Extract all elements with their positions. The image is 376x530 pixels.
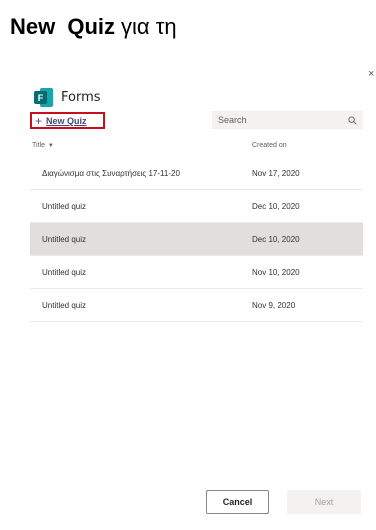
table-row[interactable]: Untitled quiz Nov 10, 2020 — [30, 256, 363, 289]
new-quiz-label: New Quiz — [46, 115, 87, 126]
close-icon[interactable]: × — [368, 68, 374, 80]
search-input[interactable]: Search — [212, 111, 363, 129]
table-row-selected[interactable]: Untitled quiz Dec 10, 2020 — [30, 223, 363, 256]
quiz-created-date: Nov 17, 2020 — [252, 168, 300, 178]
next-button[interactable]: Next — [287, 490, 361, 514]
search-icon — [348, 115, 357, 125]
instruction-heading: New Quiz για τη — [10, 14, 177, 40]
app-name: Forms — [61, 90, 101, 105]
forms-logo-icon: F — [34, 88, 53, 107]
cancel-button[interactable]: Cancel — [206, 490, 269, 514]
search-placeholder: Search — [218, 115, 247, 125]
quiz-created-date: Nov 10, 2020 — [252, 267, 300, 277]
quiz-list: Διαγώνισμα στις Συναρτήσεις 17-11-20 Nov… — [30, 157, 363, 322]
quiz-title: Untitled quiz — [42, 267, 87, 277]
plus-icon: + — [35, 113, 43, 128]
quiz-title: Untitled quiz — [42, 300, 87, 310]
sort-down-icon: ▼ — [47, 143, 54, 149]
forms-dialog: F Forms + New Quiz Search Title ▼ Create… — [30, 84, 363, 520]
column-title-label: Title — [32, 142, 45, 149]
new-quiz-button[interactable]: + New Quiz — [30, 112, 105, 129]
app-brand: F Forms — [34, 88, 101, 107]
column-header-title[interactable]: Title ▼ — [32, 142, 54, 149]
table-row[interactable]: Untitled quiz Dec 10, 2020 — [30, 190, 363, 223]
quiz-title: Untitled quiz — [42, 201, 87, 211]
quiz-created-date: Nov 9, 2020 — [252, 300, 296, 310]
heading-bold-text: New Quiz — [10, 14, 116, 39]
table-row[interactable]: Untitled quiz Nov 9, 2020 — [30, 289, 363, 322]
quiz-created-date: Dec 10, 2020 — [252, 201, 300, 211]
column-header-created[interactable]: Created on — [252, 142, 287, 149]
table-row[interactable]: Διαγώνισμα στις Συναρτήσεις 17-11-20 Nov… — [30, 157, 363, 190]
heading-rest-text: για τη — [121, 14, 177, 39]
quiz-created-date: Dec 10, 2020 — [252, 234, 300, 244]
quiz-title: Untitled quiz — [42, 234, 87, 244]
quiz-title: Διαγώνισμα στις Συναρτήσεις 17-11-20 — [42, 168, 180, 178]
